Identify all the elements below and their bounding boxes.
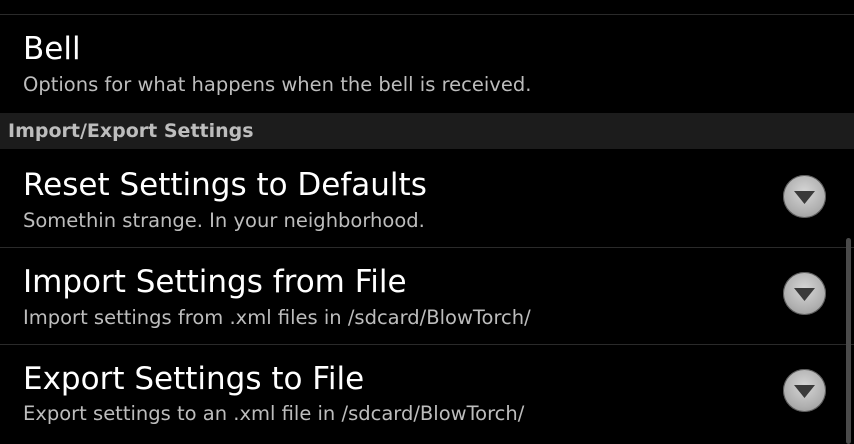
pref-import-summary: Import settings from .xml files in /sdca… [23,306,531,329]
pref-export-summary: Export settings to an .xml file in /sdca… [23,402,525,425]
pref-bell[interactable]: Bell Options for what happens when the b… [0,15,854,112]
preferences-screen: Bell Options for what happens when the b… [0,0,854,444]
scrollbar[interactable] [846,238,851,444]
pref-bell-title: Bell [23,31,81,67]
pref-reset-settings[interactable]: Reset Settings to Defaults Somethin stra… [0,150,854,247]
chevron-down-icon-glyph [794,191,815,204]
pref-reset-title: Reset Settings to Defaults [23,167,427,203]
pref-export-settings[interactable]: Export Settings to File Export settings … [0,345,854,444]
category-label: Import/Export Settings [8,120,254,142]
pref-export-title: Export Settings to File [23,361,365,397]
pref-import-settings[interactable]: Import Settings from File Import setting… [0,248,854,344]
chevron-down-icon[interactable] [783,272,826,315]
chevron-down-icon-glyph [794,288,815,301]
chevron-down-icon[interactable] [783,175,826,218]
category-header-import-export: Import/Export Settings [0,113,854,149]
pref-reset-summary: Somethin strange. In your neighborhood. [23,209,425,232]
chevron-down-icon[interactable] [783,369,826,412]
pref-bell-summary: Options for what happens when the bell i… [23,73,532,96]
chevron-down-icon-glyph [794,385,815,398]
pref-import-title: Import Settings from File [23,264,407,300]
